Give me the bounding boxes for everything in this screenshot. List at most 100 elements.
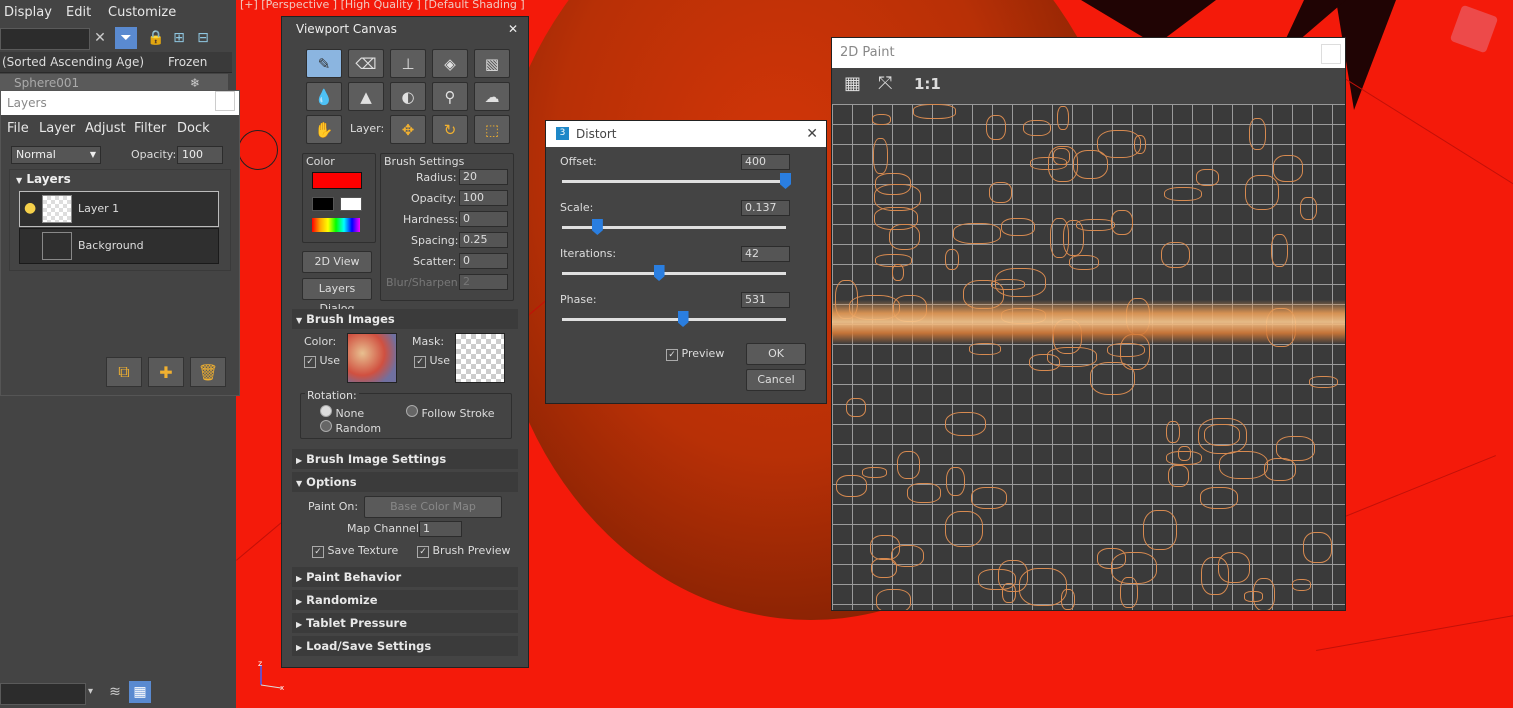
close-icon[interactable] xyxy=(1321,44,1341,64)
base-color-map-button[interactable]: Base Color Map xyxy=(364,496,502,518)
use-mask-checkbox[interactable]: ✓ Use xyxy=(414,354,450,368)
fit-view-icon[interactable]: ⤧ xyxy=(878,73,892,94)
rollout-brush-images[interactable]: ▼ Brush Images xyxy=(292,309,518,329)
search-input[interactable] xyxy=(0,28,90,50)
add-layer-button[interactable]: ✚ xyxy=(148,357,184,387)
smudge-tool[interactable]: ☁ xyxy=(474,82,510,111)
hierarchy-icon[interactable]: ⊞ xyxy=(168,27,190,49)
distort-slider-thumb[interactable] xyxy=(780,173,791,189)
distort-slider-thumb[interactable] xyxy=(677,311,689,327)
menu-filter[interactable]: Filter xyxy=(134,121,166,136)
eraser-tool[interactable]: ⌫ xyxy=(348,49,384,78)
column-frozen[interactable]: Frozen xyxy=(164,52,232,73)
fill-tool[interactable]: ◈ xyxy=(432,49,468,78)
blur-sharpen-spinner[interactable]: 2 xyxy=(459,274,508,290)
explorer-selector[interactable] xyxy=(0,683,86,705)
layer-row-background[interactable]: Background xyxy=(19,228,219,264)
radius-spinner[interactable]: 20 xyxy=(459,169,508,185)
map-channel-spinner[interactable]: 1 xyxy=(419,521,462,537)
layer-rotate-tool[interactable]: ↻ xyxy=(432,115,468,144)
sharpen-tool[interactable]: ▲ xyxy=(348,82,384,111)
distort-slider-track[interactable] xyxy=(562,318,786,321)
menu-customize[interactable]: Customize xyxy=(108,5,176,20)
rotation-none-radio[interactable]: None xyxy=(320,405,364,420)
uv-texture-canvas[interactable] xyxy=(832,104,1345,610)
distort-param-spinner[interactable]: 400 xyxy=(741,154,790,170)
rotation-random-radio[interactable]: Random xyxy=(320,420,381,435)
color-brush-image[interactable] xyxy=(347,333,397,383)
distort-slider-thumb[interactable] xyxy=(591,219,603,235)
duplicate-layer-button[interactable]: ⧉ xyxy=(106,357,142,387)
close-icon[interactable] xyxy=(215,91,235,111)
distort-slider-thumb[interactable] xyxy=(653,265,665,281)
layer-row-1[interactable]: ● Layer 1 xyxy=(19,191,219,227)
menu-layer[interactable]: Layer xyxy=(39,121,75,136)
menu-edit[interactable]: Edit xyxy=(66,5,91,20)
rollout-paint-behavior[interactable]: ▶ Paint Behavior xyxy=(292,567,518,587)
hardness-spinner[interactable]: 0 xyxy=(459,211,508,227)
distort-param-spinner[interactable]: 42 xyxy=(741,246,790,262)
ok-button[interactable]: OK xyxy=(746,343,806,365)
menu-dock[interactable]: Dock xyxy=(177,121,210,136)
white-swatch[interactable] xyxy=(340,197,362,211)
rollout-options[interactable]: ▼ Options xyxy=(292,472,518,492)
layers-stack-icon[interactable]: ≋ xyxy=(104,681,126,703)
layer-move-tool[interactable]: ✥ xyxy=(390,115,426,144)
black-swatch[interactable] xyxy=(312,197,334,211)
viewcube-icon[interactable] xyxy=(1449,4,1499,54)
grid-toggle-icon[interactable]: ▦ xyxy=(844,73,861,94)
opacity-spinner[interactable]: 100 xyxy=(459,190,508,206)
distort-title-bar[interactable]: 3 Distort ✕ xyxy=(546,121,826,147)
viewport-label[interactable]: [+] [Perspective ] [High Quality ] [Defa… xyxy=(240,0,525,11)
blend-mode-select[interactable]: Normal ▼ xyxy=(11,146,101,164)
save-texture-checkbox[interactable]: ✓ Save Texture xyxy=(312,544,398,558)
rollout-randomize[interactable]: ▶ Randomize xyxy=(292,590,518,610)
rotation-follow-radio[interactable]: Follow Stroke xyxy=(406,405,495,420)
distort-param-spinner[interactable]: 0.137 xyxy=(741,200,790,216)
layers-section-title[interactable]: ▼ Layers xyxy=(16,172,71,186)
preview-checkbox[interactable]: ✓ Preview xyxy=(666,347,724,361)
menu-adjust[interactable]: Adjust xyxy=(85,121,126,136)
column-name[interactable]: (Sorted Ascending Age) xyxy=(0,52,164,73)
blur-tool[interactable]: 💧 xyxy=(306,82,342,111)
rollout-load-save-settings[interactable]: ▶ Load/Save Settings xyxy=(292,636,518,656)
rollout-tablet-pressure[interactable]: ▶ Tablet Pressure xyxy=(292,613,518,633)
distort-param-spinner[interactable]: 531 xyxy=(741,292,790,308)
paint-brush-tool[interactable]: ✎ xyxy=(306,49,342,78)
paint-2d-title-bar[interactable]: 2D Paint xyxy=(832,38,1345,68)
zoom-1to1-button[interactable]: 1:1 xyxy=(914,75,941,93)
close-icon[interactable]: ✕ xyxy=(508,17,518,41)
dropdown-arrow-icon[interactable]: ▾ xyxy=(88,686,93,697)
scatter-spinner[interactable]: 0 xyxy=(459,253,508,269)
stamp-tool[interactable]: ⊥ xyxy=(390,49,426,78)
brush-preview-checkbox[interactable]: ✓ Brush Preview xyxy=(417,544,511,558)
distort-slider-track[interactable] xyxy=(562,272,786,275)
close-icon[interactable]: ✕ xyxy=(806,121,818,147)
dodge-burn-tool[interactable]: ⚲ xyxy=(432,82,468,111)
menu-display[interactable]: Display xyxy=(4,5,52,20)
layers-title-bar[interactable]: Layers xyxy=(1,91,239,115)
contrast-tool[interactable]: ◐ xyxy=(390,82,426,111)
rollout-brush-image-settings[interactable]: ▶ Brush Image Settings xyxy=(292,449,518,469)
layer-scale-tool[interactable]: ⬚ xyxy=(474,115,510,144)
color-palette[interactable] xyxy=(312,218,360,232)
opacity-input[interactable]: 100 xyxy=(177,146,223,164)
use-color-checkbox[interactable]: ✓ Use xyxy=(304,354,340,368)
primary-color-swatch[interactable] xyxy=(312,172,362,189)
filter-icon[interactable]: ⏷ xyxy=(115,27,137,49)
mask-brush-image[interactable] xyxy=(455,333,505,383)
lightbulb-icon[interactable]: ● xyxy=(24,200,36,216)
delete-layer-button[interactable]: 🗑 xyxy=(190,357,226,387)
scene-view-icon[interactable]: ▦ xyxy=(129,681,151,703)
hierarchy-icon[interactable]: ⊟ xyxy=(192,27,214,49)
cancel-button[interactable]: Cancel xyxy=(746,369,806,391)
layers-dialog-button[interactable]: Layers Dialog xyxy=(302,278,372,315)
spacing-spinner[interactable]: 0.25 xyxy=(459,232,508,248)
clear-search-icon[interactable]: ✕ xyxy=(89,27,111,49)
menu-file[interactable]: File xyxy=(7,121,29,136)
2d-view-button[interactable]: 2D View xyxy=(302,251,372,273)
viewport-canvas-title-bar[interactable]: Viewport Canvas ✕ xyxy=(282,17,528,41)
gradient-tool[interactable]: ▧ xyxy=(474,49,510,78)
distort-slider-track[interactable] xyxy=(562,180,786,183)
pan-hand-tool[interactable]: ✋ xyxy=(306,115,342,144)
